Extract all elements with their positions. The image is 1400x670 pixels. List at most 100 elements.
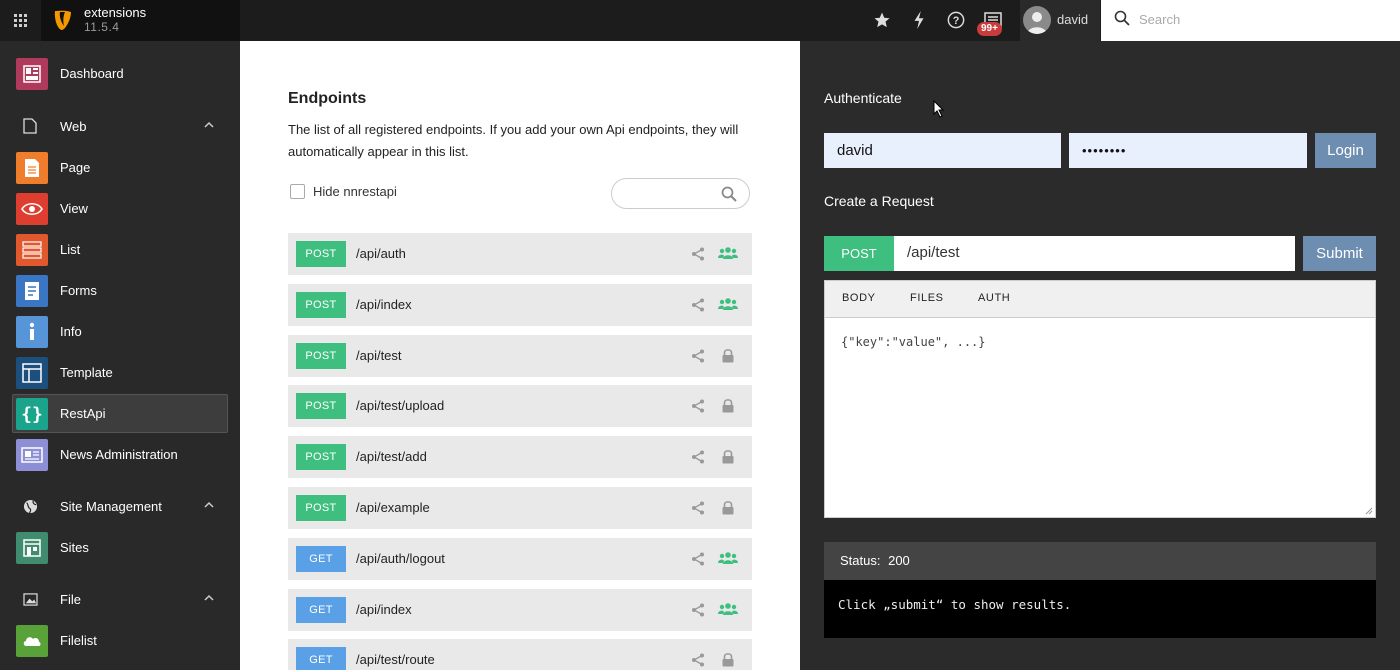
create-request-title: Create a Request [824, 193, 934, 209]
request-method-select[interactable]: POST [824, 236, 894, 271]
username-field[interactable]: david [824, 133, 1061, 168]
svg-text:?: ? [953, 15, 960, 27]
braces-icon: {} [16, 398, 48, 430]
lock-icon [721, 652, 735, 670]
endpoints-panel: Endpoints The list of all registered end… [240, 41, 800, 670]
sidebar-item-forms[interactable]: Forms [12, 271, 228, 310]
search-field[interactable]: Search [1101, 0, 1400, 41]
endpoint-row[interactable]: POST/api/test/add [288, 436, 752, 479]
sidebar-item-template[interactable]: Template [12, 353, 228, 392]
help-icon[interactable]: ? [945, 9, 967, 31]
share-icon[interactable] [691, 450, 705, 469]
brand[interactable]: extensions 11.5.4 [41, 0, 240, 41]
typo3-logo-icon [54, 10, 71, 30]
resize-handle-icon[interactable] [1365, 507, 1373, 515]
submit-button[interactable]: Submit [1303, 236, 1376, 271]
hide-nnrestapi-toggle[interactable]: Hide nnrestapi [290, 184, 397, 199]
share-icon[interactable] [691, 247, 705, 266]
share-icon[interactable] [691, 653, 705, 670]
method-badge: POST [296, 444, 346, 471]
share-icon[interactable] [691, 349, 705, 368]
request-panel: Authenticate david •••••••• Login Create… [800, 41, 1400, 670]
share-icon[interactable] [691, 501, 705, 520]
share-icon[interactable] [691, 298, 705, 317]
chevron-up-icon[interactable] [204, 594, 214, 602]
globe-icon [22, 498, 38, 514]
user-menu[interactable]: david [1020, 0, 1100, 41]
login-button[interactable]: Login [1315, 133, 1376, 168]
endpoint-filter-input[interactable] [611, 178, 750, 209]
sidebar-item-dashboard[interactable]: Dashboard [12, 54, 228, 93]
sidebar-item-list[interactable]: List [12, 230, 228, 269]
password-field[interactable]: •••••••• [1069, 133, 1307, 168]
sidebar-item-restapi[interactable]: {} RestApi [12, 394, 228, 433]
request-url-input[interactable]: /api/test [894, 236, 1295, 271]
hide-nnrestapi-label: Hide nnrestapi [313, 184, 397, 199]
endpoint-row[interactable]: POST/api/test [288, 334, 752, 377]
sidebar-item-sites[interactable]: Sites [12, 528, 228, 567]
search-icon [1114, 10, 1130, 26]
method-badge: POST [296, 393, 346, 420]
chevron-up-icon[interactable] [204, 121, 214, 129]
sidebar-group-file[interactable]: File [12, 580, 228, 619]
flash-icon[interactable] [908, 9, 930, 31]
endpoint-path: /api/test/add [356, 449, 427, 465]
sidebar-item-label: Dashboard [60, 66, 124, 81]
share-icon[interactable] [691, 399, 705, 418]
sidebar-group-label: File [60, 592, 81, 607]
tab-body[interactable]: BODY [842, 292, 876, 304]
sites-icon [16, 532, 48, 564]
sidebar-item-label: Sites [60, 540, 89, 555]
search-icon [721, 186, 737, 202]
endpoint-row[interactable]: POST/api/test/upload [288, 385, 752, 428]
search-placeholder: Search [1139, 12, 1181, 27]
status-bar: Status: 200 [824, 542, 1376, 580]
endpoints-description: The list of all registered endpoints. If… [288, 122, 739, 159]
method-badge: POST [296, 342, 346, 369]
svg-text:{}: {} [21, 404, 43, 424]
list-icon [16, 234, 48, 266]
filelist-icon [16, 625, 48, 657]
sidebar-item-page[interactable]: Page [12, 148, 228, 187]
endpoint-path: /api/test/route [356, 652, 435, 668]
endpoint-row[interactable]: GET/api/test/route [288, 639, 752, 670]
sidebar-item-filelist[interactable]: Filelist [12, 621, 228, 660]
chevron-up-icon[interactable] [204, 501, 214, 509]
sidebar-group-web[interactable]: Web [12, 107, 228, 146]
users-icon [718, 297, 738, 316]
tab-files[interactable]: FILES [910, 292, 944, 304]
lock-icon [721, 348, 735, 368]
method-badge: GET [296, 545, 346, 572]
request-body-textarea[interactable]: {"key":"value", ...} [824, 318, 1376, 518]
endpoint-row[interactable]: GET/api/index [288, 588, 752, 631]
users-icon [718, 246, 738, 265]
endpoint-row[interactable]: POST/api/auth [288, 233, 752, 275]
bookmark-star-icon[interactable] [871, 9, 893, 31]
dashboard-icon [16, 58, 48, 90]
document-icon [22, 118, 38, 134]
endpoint-row[interactable]: GET/api/auth/logout [288, 537, 752, 580]
sidebar-item-view[interactable]: View [12, 189, 228, 228]
endpoint-row[interactable]: POST/api/example [288, 487, 752, 529]
endpoint-path: /api/test/upload [356, 398, 445, 414]
endpoint-path: /api/index [356, 601, 412, 617]
avatar [1023, 6, 1051, 34]
method-badge: POST [296, 241, 346, 267]
method-badge: POST [296, 495, 346, 521]
sidebar-item-label: RestApi [60, 406, 106, 421]
sidebar-item-info[interactable]: Info [12, 312, 228, 351]
forms-icon [16, 275, 48, 307]
hide-nnrestapi-checkbox[interactable] [290, 184, 305, 199]
share-icon[interactable] [691, 603, 705, 622]
sidebar-item-news-administration[interactable]: News Administration [12, 435, 228, 474]
request-tabs: BODY FILES AUTH [824, 280, 1376, 318]
eye-icon [16, 193, 48, 225]
result-output: Click „submit“ to show results. [824, 580, 1376, 638]
sidebar-item-label: Info [60, 324, 82, 339]
share-icon[interactable] [691, 552, 705, 571]
sidebar-group-site-management[interactable]: Site Management [12, 487, 228, 526]
tab-auth[interactable]: AUTH [978, 292, 1010, 304]
endpoint-row[interactable]: POST/api/index [288, 283, 752, 326]
users-icon [718, 551, 738, 570]
app-grid-icon[interactable] [0, 0, 41, 41]
